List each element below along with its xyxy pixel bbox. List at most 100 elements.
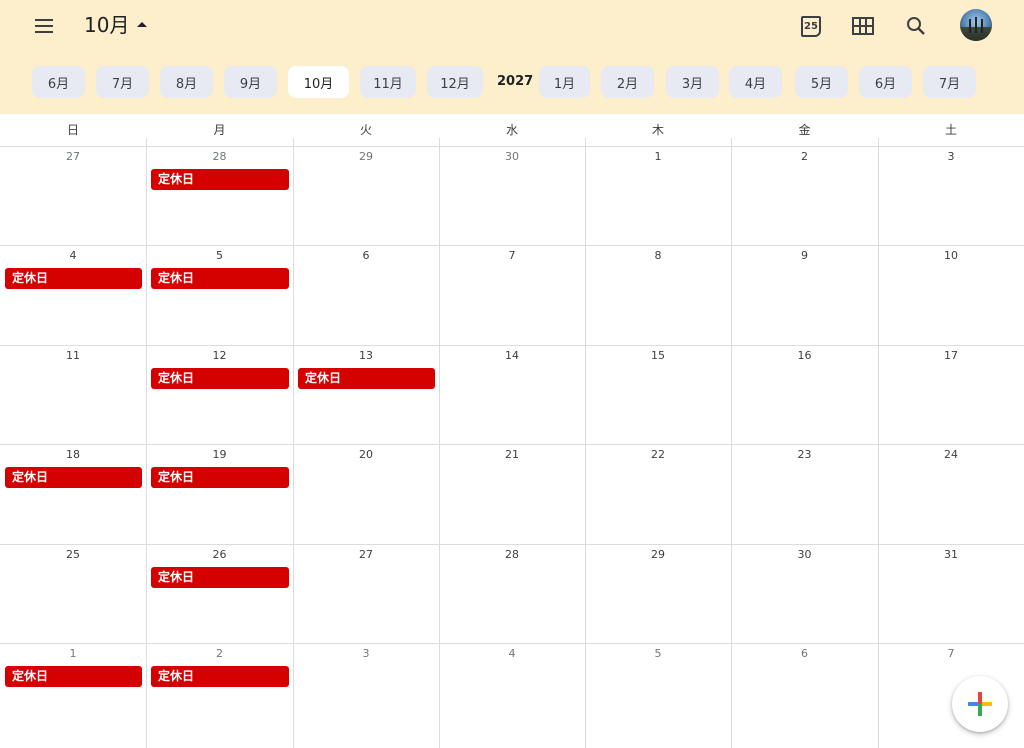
day-cell[interactable]: 29	[585, 544, 731, 643]
day-cell[interactable]: 30	[439, 146, 585, 245]
day-number: 5	[216, 249, 223, 262]
day-cell[interactable]: 5	[585, 643, 731, 748]
day-cell[interactable]: 3	[293, 643, 439, 748]
event-chip[interactable]: 定休日	[151, 666, 289, 687]
month-chip[interactable]: 10月	[288, 66, 349, 98]
day-cell[interactable]: 15	[585, 345, 731, 444]
event-chip[interactable]: 定休日	[151, 467, 289, 488]
month-chip[interactable]: 8月	[160, 66, 213, 98]
weekday-label: 日	[66, 123, 79, 137]
day-cell[interactable]: 12 定休日	[146, 345, 293, 444]
search-icon[interactable]	[900, 10, 932, 42]
day-cell[interactable]: 11	[0, 345, 146, 444]
event-chip[interactable]: 定休日	[151, 567, 289, 588]
month-chip[interactable]: 4月	[729, 66, 782, 98]
day-number: 4	[508, 647, 516, 660]
day-number: 27	[66, 150, 80, 163]
day-cell[interactable]: 5 定休日	[146, 245, 293, 345]
add-event-button[interactable]	[952, 676, 1008, 732]
day-cell[interactable]: 18 定休日	[0, 444, 146, 544]
month-chip[interactable]: 5月	[795, 66, 848, 98]
day-cell[interactable]: 4 定休日	[0, 245, 146, 345]
event-chip[interactable]: 定休日	[151, 368, 289, 389]
day-cell[interactable]: 28	[439, 544, 585, 643]
month-chip[interactable]: 2月	[601, 66, 654, 98]
month-chip[interactable]: 12月	[427, 66, 483, 98]
day-cell[interactable]: 23	[731, 444, 878, 544]
day-number: 3	[947, 150, 955, 163]
day-cell[interactable]: 28 定休日	[146, 146, 293, 245]
event-chip[interactable]: 定休日	[151, 268, 289, 289]
weekday-label: 水	[505, 123, 518, 137]
day-cell[interactable]: 25	[0, 544, 146, 643]
day-cell[interactable]: 9	[731, 245, 878, 345]
day-number: 5	[654, 647, 662, 660]
day-cell[interactable]: 27	[0, 146, 146, 245]
day-cell[interactable]: 31	[878, 544, 1024, 643]
day-number: 15	[651, 349, 665, 362]
day-number: 28	[505, 548, 519, 561]
day-number: 1	[69, 647, 77, 660]
day-cell[interactable]: 21	[439, 444, 585, 544]
day-number: 18	[66, 448, 80, 461]
month-selector[interactable]: 10月	[84, 11, 148, 39]
event-chip[interactable]: 定休日	[151, 169, 289, 190]
day-cell[interactable]: 8	[585, 245, 731, 345]
day-cell[interactable]: 1	[585, 146, 731, 245]
weekday-header: 日月火水木金土	[0, 114, 1024, 147]
day-cell[interactable]: 19 定休日	[146, 444, 293, 544]
day-number: 4	[69, 249, 77, 262]
day-cell[interactable]: 10	[878, 245, 1024, 345]
event-chip[interactable]: 定休日	[5, 666, 142, 687]
day-cell[interactable]: 22	[585, 444, 731, 544]
month-chip[interactable]: 9月	[224, 66, 277, 98]
month-chip[interactable]: 11月	[360, 66, 416, 98]
event-chip[interactable]: 定休日	[5, 467, 142, 488]
weekday-label: 月	[213, 123, 226, 137]
month-chip[interactable]: 1月	[539, 66, 590, 98]
day-number: 30	[797, 548, 812, 561]
day-cell[interactable]: 13 定休日	[293, 345, 439, 444]
day-cell[interactable]: 3	[878, 146, 1024, 245]
month-chip[interactable]: 6月	[32, 66, 85, 98]
day-number: 25	[66, 548, 80, 561]
day-number: 3	[362, 647, 370, 660]
weekday-label: 土	[944, 123, 957, 137]
calendar-today-icon[interactable]: 25	[795, 10, 827, 42]
day-cell[interactable]: 29	[293, 146, 439, 245]
month-chip[interactable]: 6月	[859, 66, 912, 98]
weekday-label: 木	[651, 123, 664, 137]
day-cell[interactable]: 20	[293, 444, 439, 544]
day-cell[interactable]: 1 定休日	[0, 643, 146, 748]
menu-icon[interactable]	[30, 12, 58, 40]
grid-view-icon[interactable]	[847, 10, 879, 42]
day-cell[interactable]: 7	[439, 245, 585, 345]
day-cell[interactable]: 30	[731, 544, 878, 643]
day-number: 23	[797, 448, 812, 461]
day-cell[interactable]: 26 定休日	[146, 544, 293, 643]
day-cell[interactable]: 27	[293, 544, 439, 643]
event-chip[interactable]: 定休日	[298, 368, 435, 389]
day-number: 7	[508, 249, 516, 262]
caret-up-icon	[137, 21, 148, 27]
day-number: 21	[505, 448, 519, 461]
day-cell[interactable]: 17	[878, 345, 1024, 444]
day-cell[interactable]: 4	[439, 643, 585, 748]
day-cell[interactable]: 24	[878, 444, 1024, 544]
day-cell[interactable]: 2 定休日	[146, 643, 293, 748]
event-chip[interactable]: 定休日	[5, 268, 142, 289]
avatar[interactable]	[960, 9, 992, 41]
day-number: 20	[359, 448, 373, 461]
day-cell[interactable]: 6	[731, 643, 878, 748]
month-chip[interactable]: 3月	[666, 66, 719, 98]
day-cell[interactable]: 14	[439, 345, 585, 444]
month-chip-strip: 6月 7月 8月 9月 10月 11月 12月 2027 1月 2月 3月 4月 5月 6月 7月	[0, 66, 1024, 98]
day-number: 11	[66, 349, 80, 362]
day-number: 27	[359, 548, 373, 561]
day-cell[interactable]: 16	[731, 345, 878, 444]
month-chip[interactable]: 7月	[923, 66, 976, 98]
day-number: 19	[212, 448, 227, 461]
day-cell[interactable]: 2	[731, 146, 878, 245]
month-chip[interactable]: 7月	[96, 66, 149, 98]
day-cell[interactable]: 6	[293, 245, 439, 345]
